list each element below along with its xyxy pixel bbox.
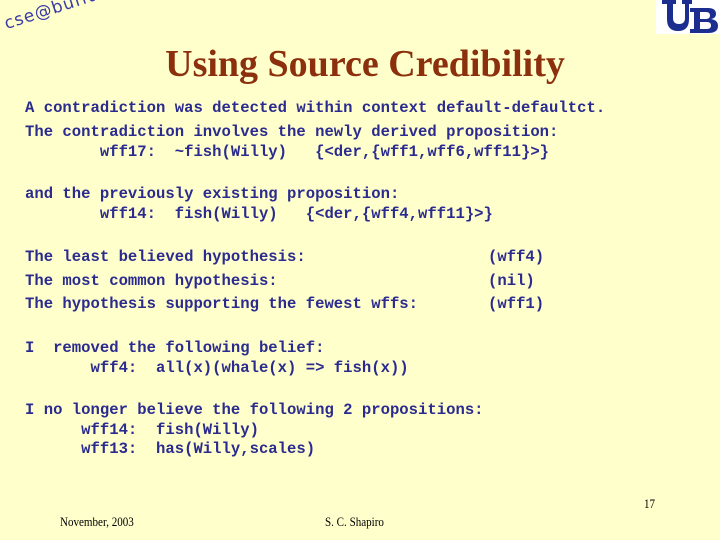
footer-date: November, 2003 [60,514,134,529]
no-longer-proposition: wff13: has(Willy,scales) [25,440,316,458]
hypothesis-label: The least believed hypothesis: [25,248,306,266]
contradiction-line-1: A contradiction was detected within cont… [25,99,606,117]
hypothesis-value: (nil) [488,272,535,290]
existing-proposition: wff14: fish(Willy) {<der,{wff4,wff11}>} [25,205,493,223]
footer-author: S. C. Shapiro [325,514,384,529]
page-number: 17 [644,496,656,511]
cse-buffalo-logo: cse@buffalo [1,0,119,34]
hypothesis-value: (wff4) [488,248,545,266]
hypothesis-label: The hypothesis supporting the fewest wff… [25,295,419,313]
hypothesis-value: (wff1) [488,295,545,313]
removed-belief: wff4: all(x)(whale(x) => fish(x)) [25,359,409,377]
ub-logo-icon [656,0,720,34]
hypothesis-label: The most common hypothesis: [25,272,278,290]
derived-proposition: wff17: ~fish(Willy) {<der,{wff1,wff6,wff… [25,143,550,161]
page-title: Using Source Credibility [165,43,565,85]
